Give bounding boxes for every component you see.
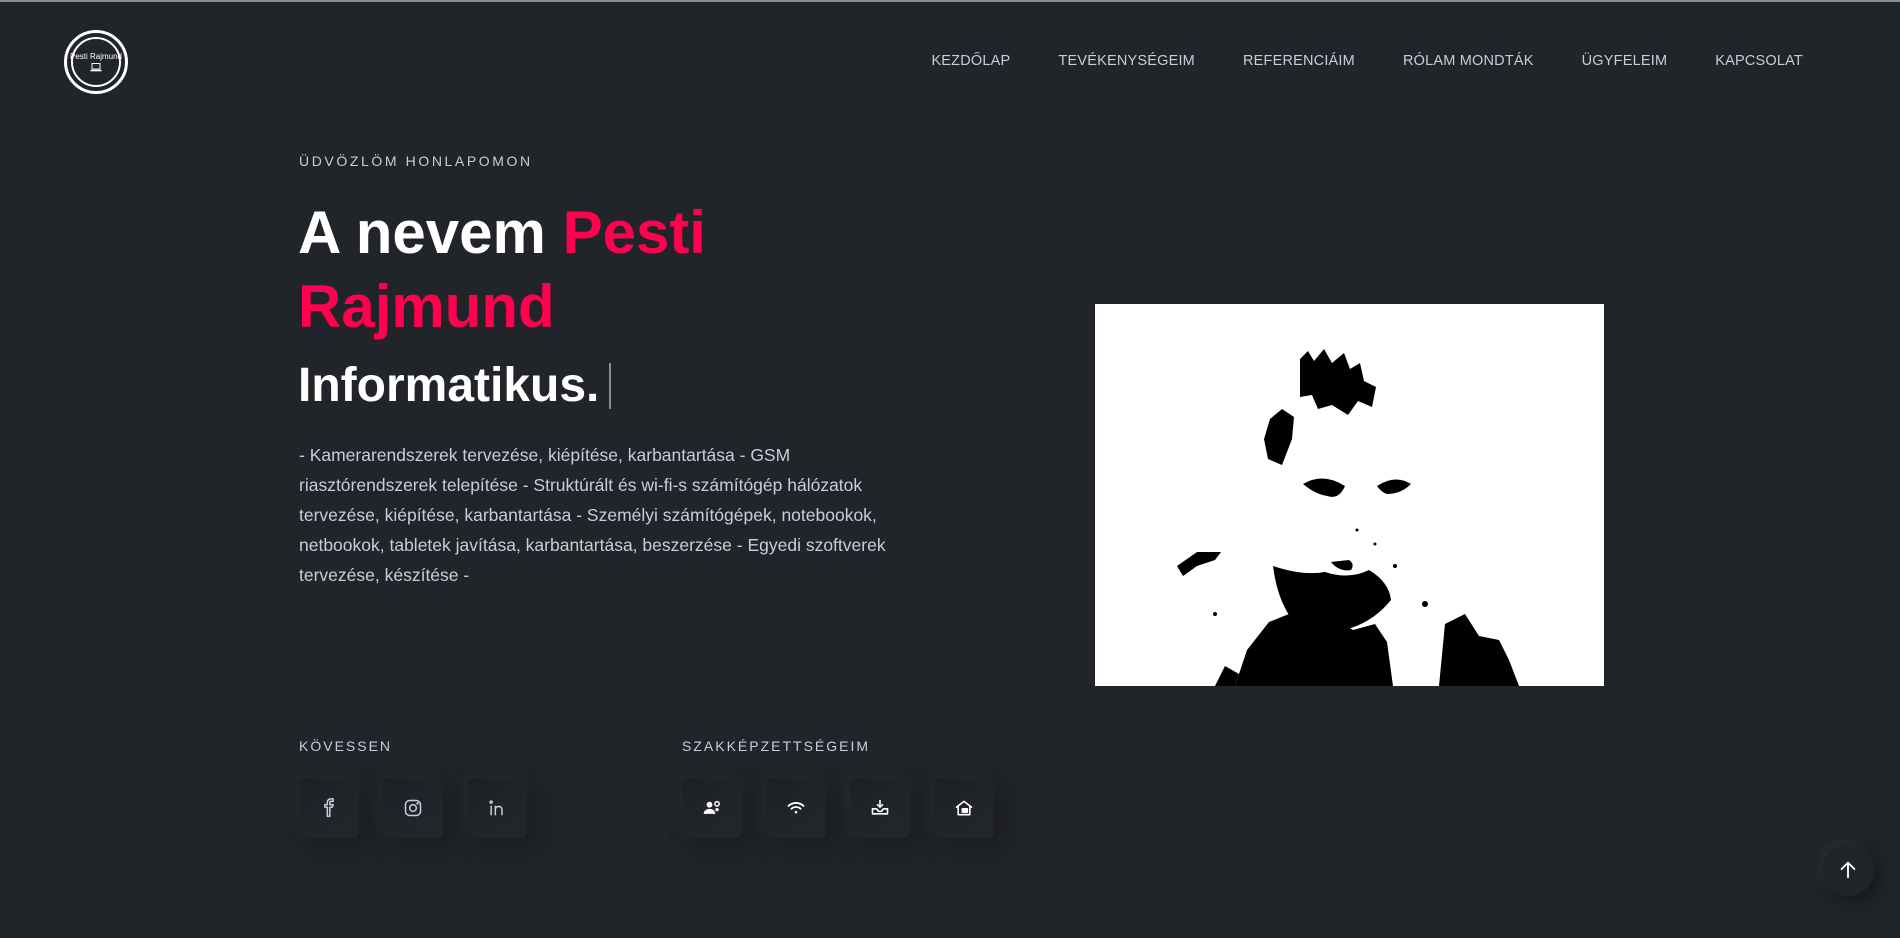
social-links xyxy=(299,778,527,838)
site-logo[interactable]: Pesti Rajmund xyxy=(64,30,128,94)
nav-activities[interactable]: TEVÉKENYSÉGEIM xyxy=(1058,53,1195,69)
welcome-text: ÜDVÖZLÖM HONLAPOMON xyxy=(299,153,533,169)
nav-testimonials[interactable]: RÓLAM MONDTÁK xyxy=(1403,53,1534,69)
skill-wifi-button[interactable] xyxy=(766,778,826,838)
hero-role: Informatikus. xyxy=(298,358,612,413)
skill-smart-home-button[interactable] xyxy=(934,778,994,838)
title-prefix: A nevem xyxy=(298,199,563,266)
users-gear-icon xyxy=(703,800,720,814)
hero-title: A nevem Pesti Rajmund xyxy=(298,196,858,344)
nav-contact[interactable]: KAPCSOLAT xyxy=(1715,53,1803,69)
skills-title: SZAKKÉPZETTSÉGEIM xyxy=(682,738,871,754)
profile-photo xyxy=(1095,304,1604,686)
inbox-download-icon xyxy=(871,799,889,815)
back-to-top-button[interactable] xyxy=(1822,844,1874,896)
nav-home[interactable]: KEZDŐLAP xyxy=(931,53,1010,69)
instagram-button[interactable] xyxy=(383,778,443,838)
facebook-button[interactable] xyxy=(299,778,359,838)
skill-camera-button[interactable] xyxy=(850,778,910,838)
portrait-image xyxy=(1095,304,1604,686)
arrow-up-icon xyxy=(1840,861,1856,879)
logo-text: Pesti Rajmund xyxy=(69,52,123,61)
nav-references[interactable]: REFERENCIÁIM xyxy=(1243,53,1355,69)
smart-home-icon xyxy=(955,800,973,816)
linkedin-button[interactable] xyxy=(467,778,527,838)
nav-clients[interactable]: ÜGYFELEIM xyxy=(1582,53,1668,69)
wifi-icon xyxy=(787,802,805,814)
facebook-icon xyxy=(324,798,334,818)
instagram-icon xyxy=(404,799,422,817)
logo-badge: Pesti Rajmund xyxy=(69,37,123,87)
typing-cursor xyxy=(609,362,612,409)
main-nav: KEZDŐLAP TEVÉKENYSÉGEIM REFERENCIÁIM RÓL… xyxy=(883,53,1803,69)
follow-title: KÖVESSEN xyxy=(299,738,393,754)
laptop-icon xyxy=(90,63,102,72)
skill-users-button[interactable] xyxy=(682,778,742,838)
hero-description: - Kamerarendszerek tervezése, kiépítése,… xyxy=(299,445,886,585)
linkedin-icon xyxy=(489,800,503,816)
top-border xyxy=(0,0,1900,2)
skills-icons xyxy=(682,778,994,838)
role-text: Informatikus. xyxy=(298,359,600,412)
